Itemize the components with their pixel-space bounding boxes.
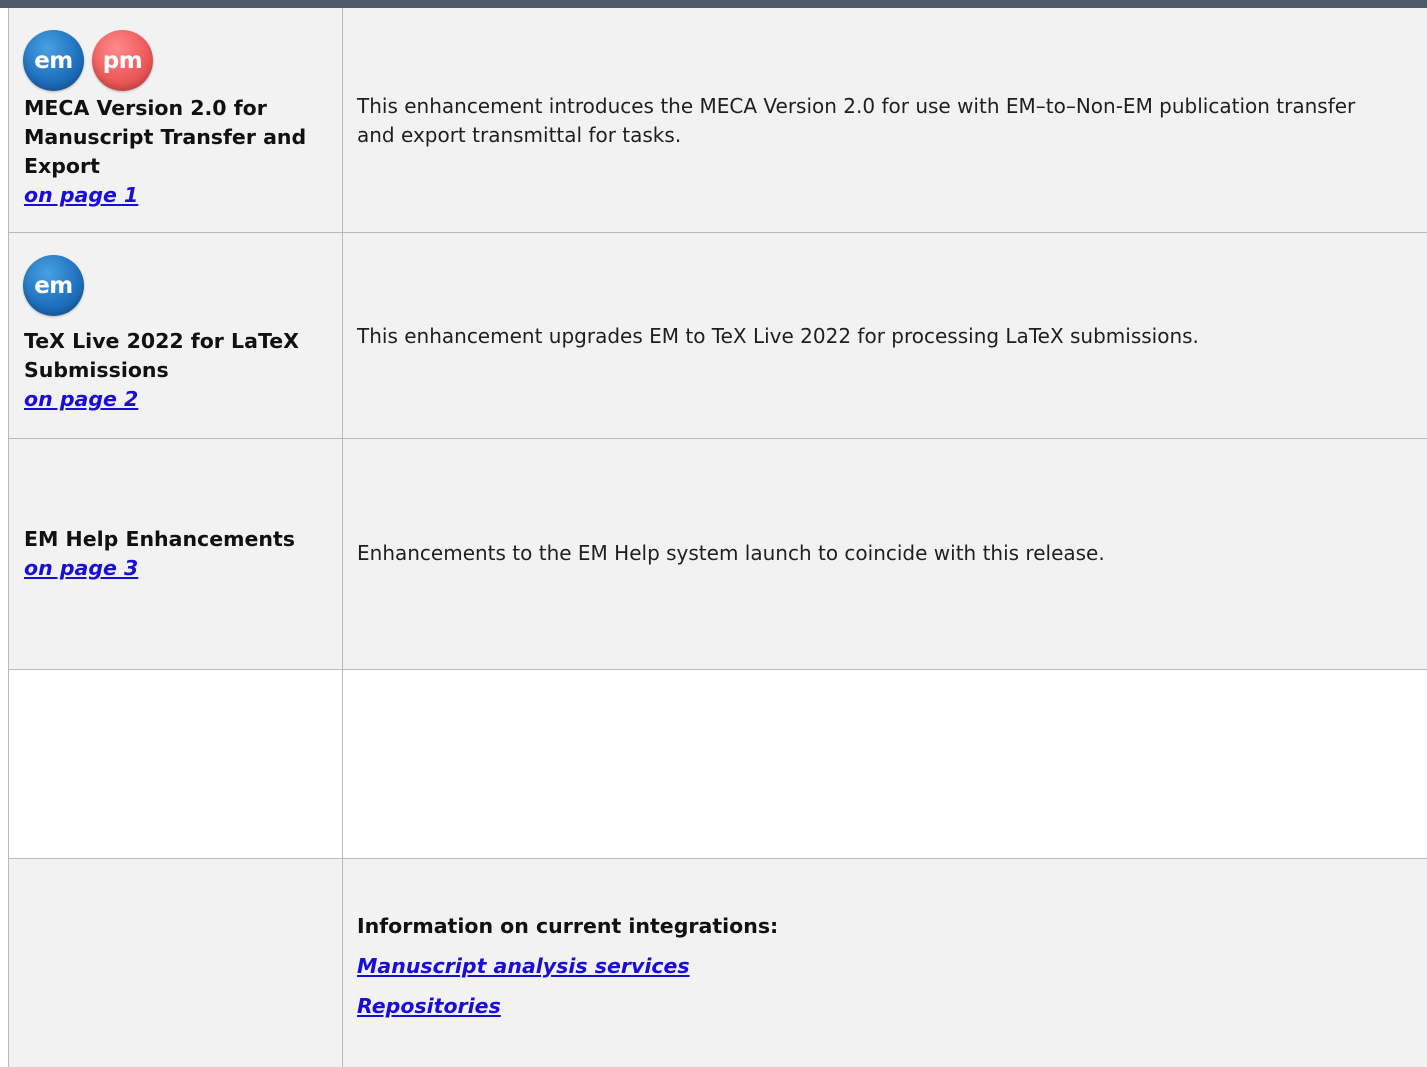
release-summary-table: em pm MECA Version 2.0 for Manuscript Tr… [8,8,1427,1067]
description-cell [343,670,1427,858]
feature-title-block: TeX Live 2022 for LaTeX Submissions on p… [24,327,329,414]
feature-cell: em TeX Live 2022 for LaTeX Submissions o… [9,233,343,438]
integrations-heading: Information on current integrations: [357,914,779,938]
pm-icon: pm [92,30,153,91]
table-row: em pm MECA Version 2.0 for Manuscript Tr… [9,8,1427,233]
feature-cell: EM Help Enhancements on page 3 [9,439,343,669]
feature-title: MECA Version 2.0 for Manuscript Transfer… [24,96,307,178]
feature-description: This enhancement introduces the MECA Ver… [357,94,1356,147]
repositories-link[interactable]: Repositories [357,992,501,1021]
table-row: em TeX Live 2022 for LaTeX Submissions o… [9,233,1427,439]
feature-description: Enhancements to the EM Help system launc… [357,541,1105,565]
em-icon: em [23,30,84,91]
product-icons: em [23,255,84,316]
feature-title-block: MECA Version 2.0 for Manuscript Transfer… [24,94,329,210]
page-link[interactable]: on page 1 [24,181,329,210]
table-row: Information on current integrations: Man… [9,859,1427,1067]
description-cell: This enhancement upgrades EM to TeX Live… [343,233,1427,438]
product-icons: em pm [23,30,153,91]
feature-description: This enhancement upgrades EM to TeX Live… [357,324,1199,348]
table-row: EM Help Enhancements on page 3 Enhanceme… [9,439,1427,670]
description-cell: Enhancements to the EM Help system launc… [343,439,1427,669]
feature-title: TeX Live 2022 for LaTeX Submissions [24,329,299,382]
page-link[interactable]: on page 3 [24,554,329,583]
feature-title-block: EM Help Enhancements on page 3 [24,525,329,583]
table-row [9,670,1427,859]
feature-title: EM Help Enhancements [24,527,295,551]
integrations-cell: Information on current integrations: Man… [343,859,1427,1067]
feature-cell [9,859,343,1067]
feature-cell: em pm MECA Version 2.0 for Manuscript Tr… [9,8,343,232]
description-cell: This enhancement introduces the MECA Ver… [343,8,1427,232]
manuscript-analysis-link[interactable]: Manuscript analysis services [357,952,690,981]
em-icon: em [23,255,84,316]
page-link[interactable]: on page 2 [24,385,329,414]
header-bar [0,0,1427,8]
feature-cell [9,670,343,858]
